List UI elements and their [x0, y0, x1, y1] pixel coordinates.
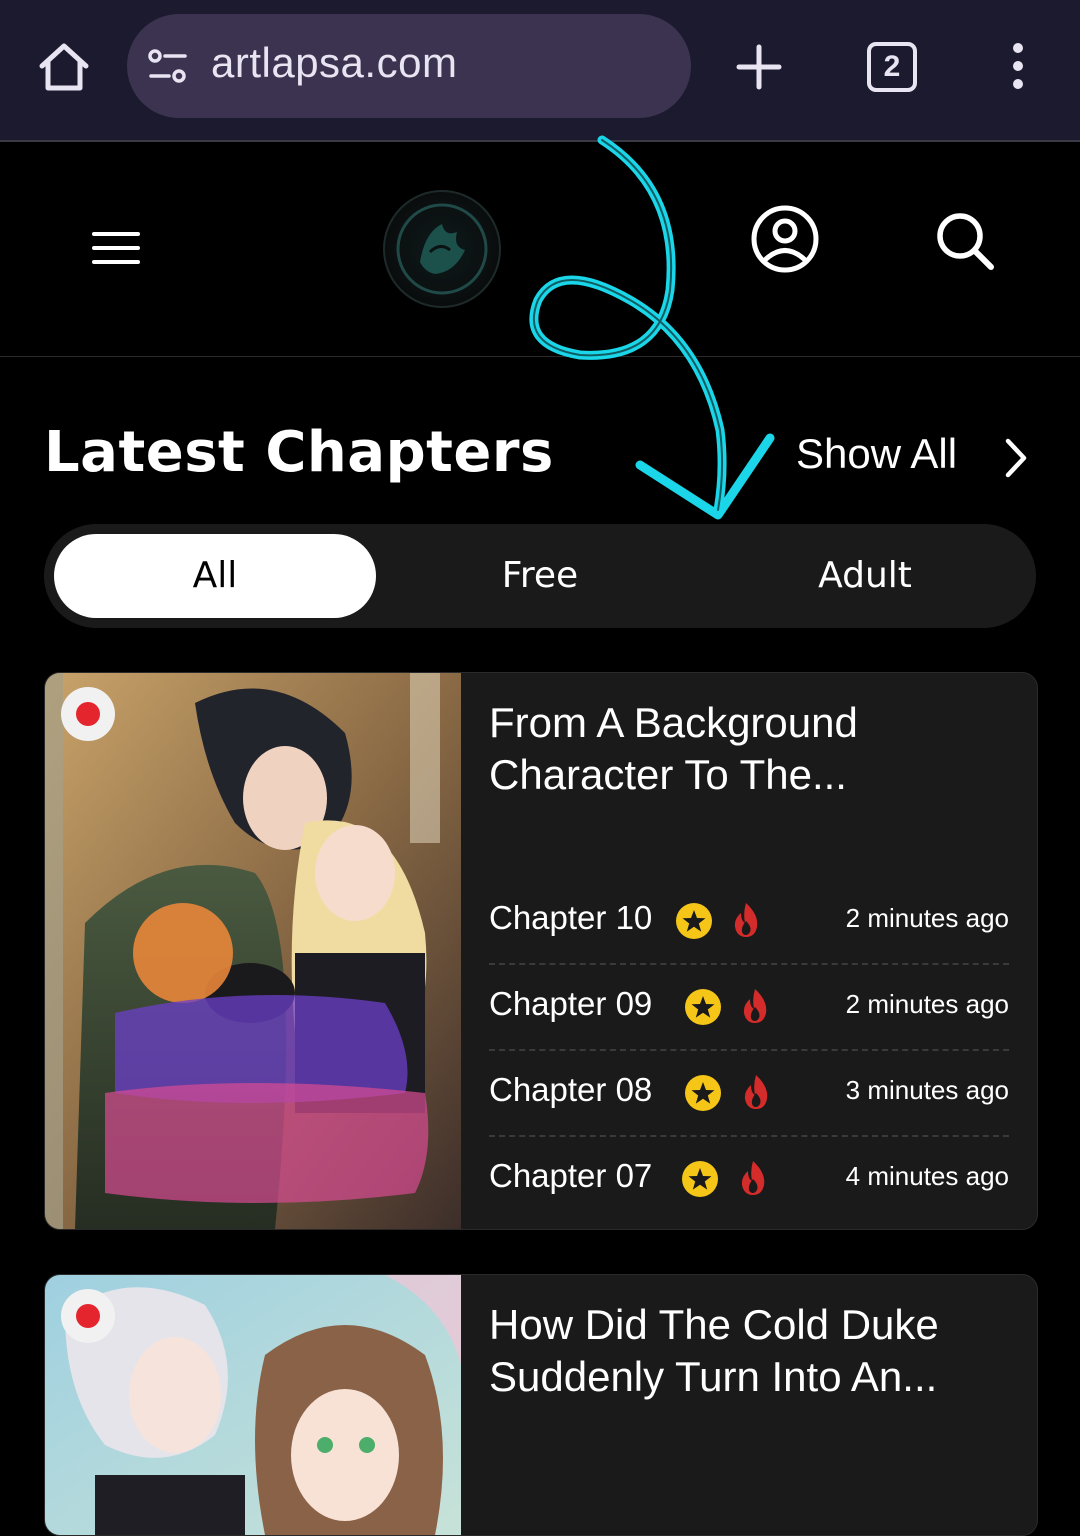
home-icon[interactable]	[36, 40, 92, 94]
manga-title[interactable]: From A Background Character To The...	[489, 697, 1009, 801]
chapter-label: Chapter 07	[489, 1157, 653, 1194]
chapter-row[interactable]: Chapter 08 3 minutes ago	[489, 1049, 1009, 1137]
star-icon	[682, 1161, 718, 1197]
show-all-link[interactable]: Show All	[796, 430, 957, 478]
filter-tabs: All Free Adult	[44, 524, 1036, 628]
live-badge	[61, 687, 115, 741]
new-tab-icon[interactable]	[736, 44, 782, 90]
url-text: artlapsa.com	[211, 39, 458, 86]
chapter-time: 3 minutes ago	[845, 1075, 1009, 1105]
star-icon	[685, 1075, 721, 1111]
chapter-label: Chapter 09	[489, 985, 653, 1022]
address-bar[interactable]: artlapsa.com	[127, 14, 691, 118]
tab-adult[interactable]: Adult	[704, 534, 1026, 618]
chapter-row[interactable]: Chapter 07 4 minutes ago	[489, 1135, 1009, 1221]
chapter-row[interactable]: Chapter 10 2 minutes ago	[489, 877, 1009, 965]
live-badge	[61, 1289, 115, 1343]
fire-icon	[743, 989, 767, 1023]
manga-card[interactable]: From A Background Character To The... Ch…	[44, 672, 1038, 1230]
chapter-time: 2 minutes ago	[845, 903, 1009, 933]
section-title: Latest Chapters	[44, 420, 554, 485]
fire-icon	[741, 1161, 765, 1195]
chapter-row[interactable]: Chapter 09 2 minutes ago	[489, 963, 1009, 1051]
logo-emblem-icon	[396, 203, 488, 295]
fire-icon	[744, 1075, 768, 1109]
chapter-label: Chapter 08	[489, 1071, 653, 1108]
star-icon	[685, 989, 721, 1025]
browser-toolbar: artlapsa.com 2	[0, 0, 1080, 142]
search-icon[interactable]	[934, 210, 996, 272]
tab-switcher-button[interactable]: 2	[867, 42, 917, 92]
fire-icon	[734, 903, 758, 937]
manga-card[interactable]: How Did The Cold Duke Suddenly Turn Into…	[44, 1274, 1038, 1536]
menu-icon[interactable]	[92, 230, 140, 266]
manga-title[interactable]: How Did The Cold Duke Suddenly Turn Into…	[489, 1299, 1009, 1403]
chapter-label: Chapter 10	[489, 899, 653, 936]
more-options-icon[interactable]	[1006, 42, 1030, 90]
site-settings-icon[interactable]	[147, 48, 189, 84]
chevron-right-icon[interactable]	[1002, 437, 1030, 479]
chapter-time: 2 minutes ago	[845, 989, 1009, 1019]
star-icon	[676, 903, 712, 939]
site-logo[interactable]	[383, 190, 501, 308]
cover-art-icon	[45, 673, 461, 1229]
chapter-time: 4 minutes ago	[845, 1161, 1009, 1191]
tab-all[interactable]: All	[54, 534, 376, 618]
profile-icon[interactable]	[750, 204, 820, 274]
tab-free[interactable]: Free	[379, 534, 701, 618]
cover-image[interactable]	[45, 673, 461, 1229]
site-header	[0, 142, 1080, 357]
